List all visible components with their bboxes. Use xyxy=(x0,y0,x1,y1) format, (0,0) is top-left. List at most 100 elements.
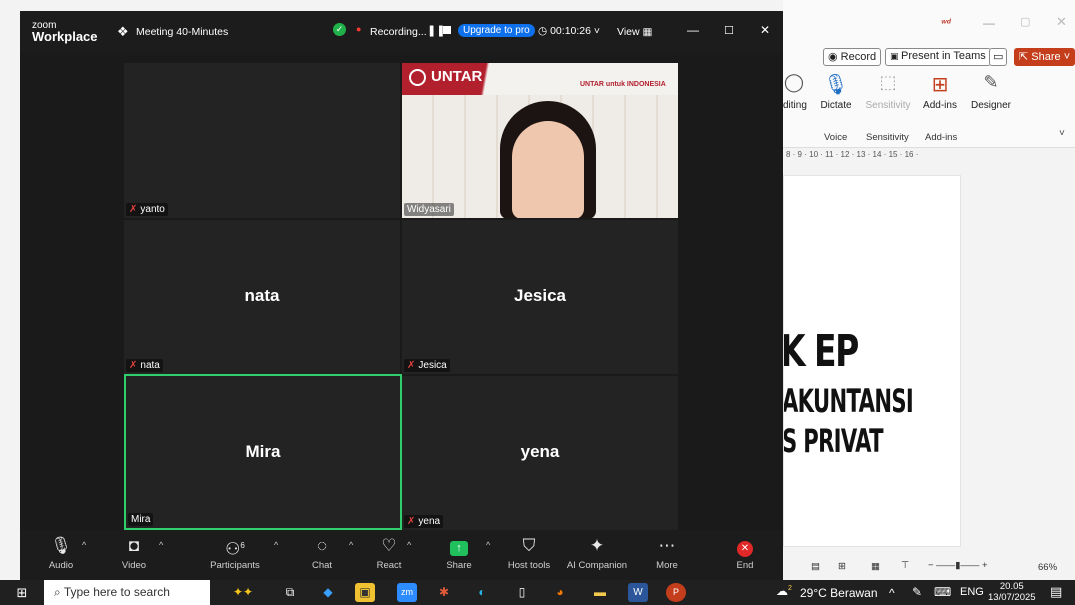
slide-sorter-icon[interactable]: ⊞ xyxy=(838,561,846,572)
meeting-toolbar: 🎙 Audio ^ ◘ Video ^ ⚇6 Participants ^ ◌ Chat ^ ♡… xyxy=(20,530,783,580)
participant-tile-yena[interactable]: yena ✗ yena xyxy=(402,376,678,530)
restore-icon[interactable]: ▢ xyxy=(1020,15,1030,28)
group-add-ins: Add-ins xyxy=(925,132,958,143)
participants-icon: ⚇6 xyxy=(225,539,245,559)
pen-icon[interactable]: ✎ xyxy=(912,585,922,599)
zoom-slider[interactable]: − ——▮—— + xyxy=(928,560,988,571)
participants-options-chevron-icon[interactable]: ^ xyxy=(274,540,278,550)
share-options-chevron-icon[interactable]: ^ xyxy=(486,540,490,550)
participants-button[interactable]: ⚇6 Participants ^ xyxy=(202,530,278,571)
ppt-ribbon: ʷᵈ — ▢ ✕ ◉ Record ▣ Present in Teams ▭ ⇱… xyxy=(783,0,1075,148)
tray-chevron-icon[interactable]: ^ xyxy=(889,586,895,600)
group-sensitivity: Sensitivity xyxy=(866,132,909,143)
collapse-ribbon-icon[interactable]: ˅ xyxy=(1059,128,1065,139)
minimize-icon[interactable]: — xyxy=(983,16,995,30)
zoom-level[interactable]: 66% xyxy=(1038,562,1057,573)
notifications-icon[interactable]: ▤ xyxy=(1050,584,1062,600)
present-in-teams-button[interactable]: ▣ Present in Teams xyxy=(885,48,991,66)
participant-tile-nata[interactable]: nata ✗ nata xyxy=(124,220,400,374)
share-button[interactable]: ⇱ Share ˅ xyxy=(1014,48,1075,66)
slideshow-icon[interactable]: ⊤ xyxy=(901,560,909,571)
ribbon-sensitivity: ⬚ Sensitivity xyxy=(863,72,913,111)
meeting-info-icon[interactable]: ❖ xyxy=(117,24,129,40)
powerpoint-icon[interactable]: P xyxy=(666,583,686,602)
meeting-title: Meeting 40-Minutes xyxy=(136,26,229,38)
grid-icon: ▦ xyxy=(642,26,653,38)
windows-taskbar: ⊞ ⌕ Type here to search ✦✦ ⧉ ◆ ▣ zm ✱ ◐ … xyxy=(0,580,1075,605)
task-view-icon[interactable]: ⧉ xyxy=(280,583,300,602)
zoom-taskbar-icon[interactable]: zm xyxy=(397,583,417,602)
file-explorer-icon[interactable]: ▬ xyxy=(590,583,610,602)
store-icon[interactable]: ▣ xyxy=(355,583,375,602)
slide-subtitle-1: AKUNTANSI xyxy=(783,382,914,420)
notes-icon[interactable]: ▤ xyxy=(811,561,820,572)
zoom-titlebar: zoom Workplace ❖ Meeting 40-Minutes ✓ ● … xyxy=(20,11,783,53)
timer[interactable]: ◷ 00:10:26 ˅ xyxy=(538,25,600,37)
share-screen-button[interactable]: ↑ Share ^ xyxy=(424,530,494,571)
firefox-icon[interactable]: ◕ xyxy=(550,583,570,602)
zoom-maximize-icon[interactable]: ☐ xyxy=(724,24,734,37)
ribbon-editing[interactable]: ◯ diting xyxy=(783,72,807,111)
react-button[interactable]: ♡ React ^ xyxy=(354,530,424,571)
keyboard-icon[interactable]: ⌨ xyxy=(934,585,951,599)
stop-recording-icon[interactable] xyxy=(443,26,451,34)
language-indicator[interactable]: ENG xyxy=(960,586,984,598)
ppt-status-bar: ▤ ⊞ ▦ ⊤ − ——▮—— + 66% xyxy=(783,556,1075,580)
participant-tile-widyasari[interactable]: UNTAR UNTAR untuk INDONESIA Widyasari xyxy=(402,63,678,218)
sensitivity-icon: ⬚ xyxy=(879,72,897,92)
comment-icon: ▭ xyxy=(993,51,1004,63)
end-icon: ✕ xyxy=(737,541,753,557)
mic-muted-icon: ✗ xyxy=(129,360,138,371)
windows-start-icon[interactable]: ⊞ xyxy=(12,583,32,602)
shield-icon: ⛉ xyxy=(522,536,536,555)
ribbon-designer[interactable]: ✎ Designer xyxy=(969,72,1013,111)
participant-tile-mira[interactable]: Mira Mira xyxy=(124,374,402,530)
participant-tile-jesica[interactable]: Jesica ✗ Jesica xyxy=(402,220,678,374)
untar-logo-icon xyxy=(409,69,426,86)
chat-options-chevron-icon[interactable]: ^ xyxy=(349,540,353,550)
host-tools-button[interactable]: ⛉ Host tools xyxy=(494,530,564,571)
chat-button[interactable]: ◌ Chat ^ xyxy=(287,530,357,571)
audio-options-chevron-icon[interactable]: ^ xyxy=(82,540,86,550)
app-icon[interactable]: ✱ xyxy=(434,583,454,602)
react-heart-icon: ♡ xyxy=(381,536,397,555)
audio-button[interactable]: 🎙 Audio ^ xyxy=(26,530,96,571)
ai-companion-button[interactable]: ✦ AI Companion xyxy=(560,530,634,571)
comment-button[interactable]: ▭ xyxy=(989,48,1008,66)
upgrade-button[interactable]: Upgrade to pro xyxy=(458,24,535,37)
taskbar-search-input[interactable]: ⌕ Type here to search xyxy=(44,580,210,605)
ai-sparkle-icon: ✦ xyxy=(589,536,605,555)
record-button[interactable]: ◉ Record xyxy=(823,48,882,66)
end-meeting-button[interactable]: ✕ End xyxy=(710,530,780,571)
zoom-minimize-icon[interactable]: — xyxy=(687,23,699,37)
search-highlight-icon[interactable]: ✦✦ xyxy=(218,583,268,602)
participant-tile-yanto[interactable]: ✗ yanto xyxy=(124,63,400,218)
copilot-icon[interactable]: ◆ xyxy=(318,583,338,602)
edge-icon[interactable]: ◐ xyxy=(472,583,492,602)
weather-icon[interactable]: ☁2 xyxy=(776,584,792,598)
weather-text[interactable]: 29°C Berawan xyxy=(800,586,878,600)
chat-icon: ◌ xyxy=(316,536,328,555)
react-options-chevron-icon[interactable]: ^ xyxy=(407,540,411,550)
word-icon[interactable]: W xyxy=(628,583,648,602)
microphone-icon: 🎙 xyxy=(823,74,849,96)
more-dots-icon: ⋯ xyxy=(658,536,676,555)
group-voice: Voice xyxy=(824,132,848,143)
video-button[interactable]: ◘ Video ^ xyxy=(99,530,169,571)
view-button[interactable]: View ▦ xyxy=(617,26,652,38)
slide-canvas: K EP AKUNTANSI S PRIVAT xyxy=(783,175,961,547)
reading-view-icon[interactable]: ▦ xyxy=(871,561,880,572)
video-options-chevron-icon[interactable]: ^ xyxy=(159,540,163,550)
participant-label: ✗ yena xyxy=(404,515,444,528)
person-face xyxy=(512,121,584,218)
ribbon-add-ins[interactable]: ⊞ Add-ins xyxy=(920,72,960,111)
encryption-shield-icon[interactable]: ✓ xyxy=(333,23,346,36)
zoom-close-icon[interactable]: ✕ xyxy=(760,23,770,37)
mic-muted-icon: ✗ xyxy=(407,360,416,371)
ribbon-dictate[interactable]: 🎙 Dictate xyxy=(816,72,856,111)
more-button[interactable]: ⋯ More xyxy=(632,530,702,571)
file-icon[interactable]: ▯ xyxy=(512,583,532,602)
zoom-brand: zoom Workplace xyxy=(32,20,98,44)
close-icon[interactable]: ✕ xyxy=(1056,14,1067,30)
clock[interactable]: 20.05 13/07/2025 xyxy=(988,581,1036,603)
